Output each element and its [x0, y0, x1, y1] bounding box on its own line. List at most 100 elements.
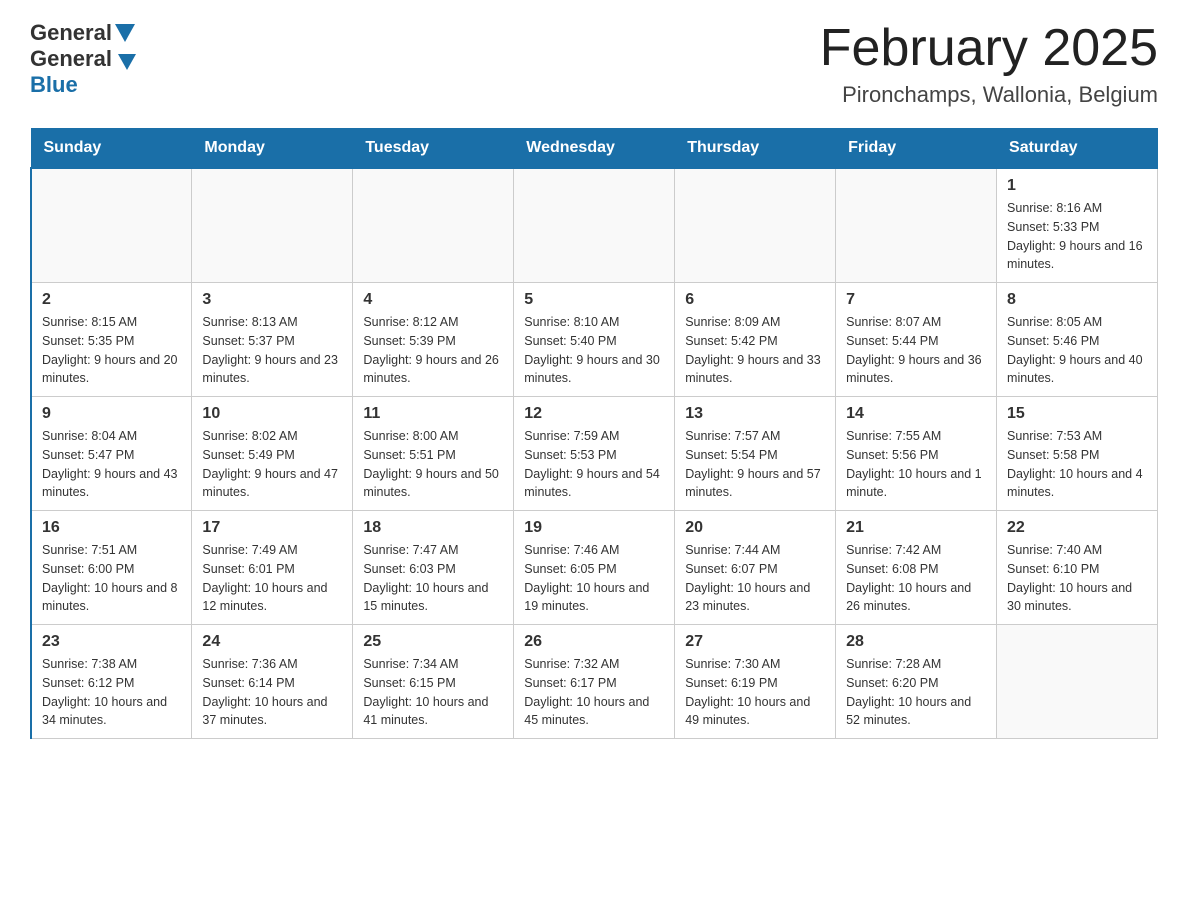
- calendar-cell: 15Sunrise: 7:53 AM Sunset: 5:58 PM Dayli…: [997, 397, 1158, 511]
- calendar-cell: 18 Sunrise: 7:47 AM Sunset: 6:03 PM Dayli…: [353, 511, 514, 625]
- day-info: Sunrise: 7:36 AM Sunset: 6:14 PM Dayligh…: [202, 655, 342, 730]
- calendar-cell: 3 Sunrise: 8:13 AM Sunset: 5:37 PM Daylig…: [192, 283, 353, 397]
- day-info: Sunrise: 8:16 AM Sunset: 5:33 PM Dayligh…: [1007, 199, 1147, 274]
- header-tuesday: Tuesday: [353, 129, 514, 169]
- day-info: Sunrise: 8:07 AM Sunset: 5:44 PM Dayligh…: [846, 313, 986, 388]
- logo-arrow-icon: [118, 54, 136, 70]
- calendar-cell: 7 Sunrise: 8:07 AM Sunset: 5:44 PM Daylig…: [836, 283, 997, 397]
- week-row-3: 9 Sunrise: 8:04 AM Sunset: 5:47 PM Daylig…: [31, 397, 1158, 511]
- day-number: 1: [1007, 177, 1147, 195]
- calendar-cell: [192, 168, 353, 283]
- calendar-cell: [514, 168, 675, 283]
- logo-blue-text: General Blue: [30, 46, 138, 98]
- day-info: Sunrise: 7:59 AM Sunset: 5:53 PM Dayligh…: [524, 427, 664, 502]
- calendar-cell: 28 Sunrise: 7:28 AM Sunset: 6:20 PM Dayli…: [836, 625, 997, 739]
- calendar-cell: 20Sunrise: 7:44 AM Sunset: 6:07 PM Dayli…: [675, 511, 836, 625]
- day-info: Sunrise: 7:34 AM Sunset: 6:15 PM Dayligh…: [363, 655, 503, 730]
- title-section: February 2025 Pironchamps, Wallonia, Bel…: [820, 20, 1158, 108]
- day-number: 3: [202, 291, 342, 309]
- week-row-1: 1 Sunrise: 8:16 AM Sunset: 5:33 PM Daylig…: [31, 168, 1158, 283]
- day-number: 28: [846, 633, 986, 651]
- day-number: 18: [363, 519, 503, 537]
- day-info: Sunrise: 7:28 AM Sunset: 6:20 PM Dayligh…: [846, 655, 986, 730]
- day-number: 7: [846, 291, 986, 309]
- day-info: Sunrise: 7:47 AM Sunset: 6:03 PM Dayligh…: [363, 541, 503, 616]
- day-number: 22: [1007, 519, 1147, 537]
- day-info: Sunrise: 7:57 AM Sunset: 5:54 PM Dayligh…: [685, 427, 825, 502]
- calendar-cell: 27 Sunrise: 7:30 AM Sunset: 6:19 PM Dayli…: [675, 625, 836, 739]
- day-info: Sunrise: 7:49 AM Sunset: 6:01 PM Dayligh…: [202, 541, 342, 616]
- header-wednesday: Wednesday: [514, 129, 675, 169]
- calendar-cell: [353, 168, 514, 283]
- day-info: Sunrise: 8:04 AM Sunset: 5:47 PM Dayligh…: [42, 427, 181, 502]
- header-saturday: Saturday: [997, 129, 1158, 169]
- day-number: 14: [846, 405, 986, 423]
- day-number: 2: [42, 291, 181, 309]
- calendar-cell: 17 Sunrise: 7:49 AM Sunset: 6:01 PM Dayli…: [192, 511, 353, 625]
- day-info: Sunrise: 8:15 AM Sunset: 5:35 PM Dayligh…: [42, 313, 181, 388]
- calendar-cell: 11Sunrise: 8:00 AM Sunset: 5:51 PM Dayli…: [353, 397, 514, 511]
- logo-text: General: [30, 20, 138, 46]
- day-number: 24: [202, 633, 342, 651]
- logo: General General Blue: [30, 20, 138, 98]
- calendar-cell: 16 Sunrise: 7:51 AM Sunset: 6:00 PM Dayli…: [31, 511, 192, 625]
- calendar-cell: 6 Sunrise: 8:09 AM Sunset: 5:42 PM Daylig…: [675, 283, 836, 397]
- day-number: 17: [202, 519, 342, 537]
- day-number: 27: [685, 633, 825, 651]
- calendar-cell: 1 Sunrise: 8:16 AM Sunset: 5:33 PM Daylig…: [997, 168, 1158, 283]
- calendar-cell: 12 Sunrise: 7:59 AM Sunset: 5:53 PM Dayli…: [514, 397, 675, 511]
- day-number: 12: [524, 405, 664, 423]
- day-info: Sunrise: 8:02 AM Sunset: 5:49 PM Dayligh…: [202, 427, 342, 502]
- calendar-cell: 24 Sunrise: 7:36 AM Sunset: 6:14 PM Dayli…: [192, 625, 353, 739]
- day-number: 9: [42, 405, 181, 423]
- day-number: 13: [685, 405, 825, 423]
- day-number: 26: [524, 633, 664, 651]
- day-info: Sunrise: 7:38 AM Sunset: 6:12 PM Dayligh…: [42, 655, 181, 730]
- calendar-cell: 2 Sunrise: 8:15 AM Sunset: 5:35 PM Daylig…: [31, 283, 192, 397]
- day-number: 23: [42, 633, 181, 651]
- calendar-cell: 10 Sunrise: 8:02 AM Sunset: 5:49 PM Dayli…: [192, 397, 353, 511]
- location-subtitle: Pironchamps, Wallonia, Belgium: [820, 82, 1158, 108]
- day-info: Sunrise: 7:51 AM Sunset: 6:00 PM Dayligh…: [42, 541, 181, 616]
- day-number: 21: [846, 519, 986, 537]
- day-number: 10: [202, 405, 342, 423]
- header-thursday: Thursday: [675, 129, 836, 169]
- day-number: 11: [363, 405, 503, 423]
- day-number: 8: [1007, 291, 1147, 309]
- header-friday: Friday: [836, 129, 997, 169]
- day-info: Sunrise: 7:30 AM Sunset: 6:19 PM Dayligh…: [685, 655, 825, 730]
- calendar-cell: 19 Sunrise: 7:46 AM Sunset: 6:05 PM Dayli…: [514, 511, 675, 625]
- day-number: 16: [42, 519, 181, 537]
- calendar-cell: [997, 625, 1158, 739]
- day-number: 5: [524, 291, 664, 309]
- calendar-cell: 21Sunrise: 7:42 AM Sunset: 6:08 PM Dayli…: [836, 511, 997, 625]
- week-row-4: 16 Sunrise: 7:51 AM Sunset: 6:00 PM Dayli…: [31, 511, 1158, 625]
- calendar-cell: 9 Sunrise: 8:04 AM Sunset: 5:47 PM Daylig…: [31, 397, 192, 511]
- day-info: Sunrise: 8:05 AM Sunset: 5:46 PM Dayligh…: [1007, 313, 1147, 388]
- calendar-table: Sunday Monday Tuesday Wednesday Thursday…: [30, 128, 1158, 739]
- day-number: 6: [685, 291, 825, 309]
- day-info: Sunrise: 7:55 AM Sunset: 5:56 PM Dayligh…: [846, 427, 986, 502]
- logo-triangle-icon: [115, 24, 135, 42]
- logo-general: General: [30, 20, 112, 46]
- calendar-cell: 4Sunrise: 8:12 AM Sunset: 5:39 PM Daylig…: [353, 283, 514, 397]
- day-info: Sunrise: 7:32 AM Sunset: 6:17 PM Dayligh…: [524, 655, 664, 730]
- day-info: Sunrise: 8:09 AM Sunset: 5:42 PM Dayligh…: [685, 313, 825, 388]
- calendar-cell: [836, 168, 997, 283]
- day-number: 15: [1007, 405, 1147, 423]
- calendar-cell: [31, 168, 192, 283]
- day-info: Sunrise: 7:46 AM Sunset: 6:05 PM Dayligh…: [524, 541, 664, 616]
- logo-blue-label: Blue: [30, 72, 78, 97]
- day-info: Sunrise: 8:13 AM Sunset: 5:37 PM Dayligh…: [202, 313, 342, 388]
- calendar-cell: 25Sunrise: 7:34 AM Sunset: 6:15 PM Dayli…: [353, 625, 514, 739]
- calendar-cell: 5 Sunrise: 8:10 AM Sunset: 5:40 PM Daylig…: [514, 283, 675, 397]
- day-number: 19: [524, 519, 664, 537]
- calendar-cell: [675, 168, 836, 283]
- day-number: 20: [685, 519, 825, 537]
- calendar-cell: 26 Sunrise: 7:32 AM Sunset: 6:17 PM Dayli…: [514, 625, 675, 739]
- logo-general-line2: General: [30, 46, 112, 71]
- day-info: Sunrise: 7:40 AM Sunset: 6:10 PM Dayligh…: [1007, 541, 1147, 616]
- calendar-cell: 14 Sunrise: 7:55 AM Sunset: 5:56 PM Dayli…: [836, 397, 997, 511]
- calendar-cell: 22 Sunrise: 7:40 AM Sunset: 6:10 PM Dayli…: [997, 511, 1158, 625]
- day-info: Sunrise: 8:10 AM Sunset: 5:40 PM Dayligh…: [524, 313, 664, 388]
